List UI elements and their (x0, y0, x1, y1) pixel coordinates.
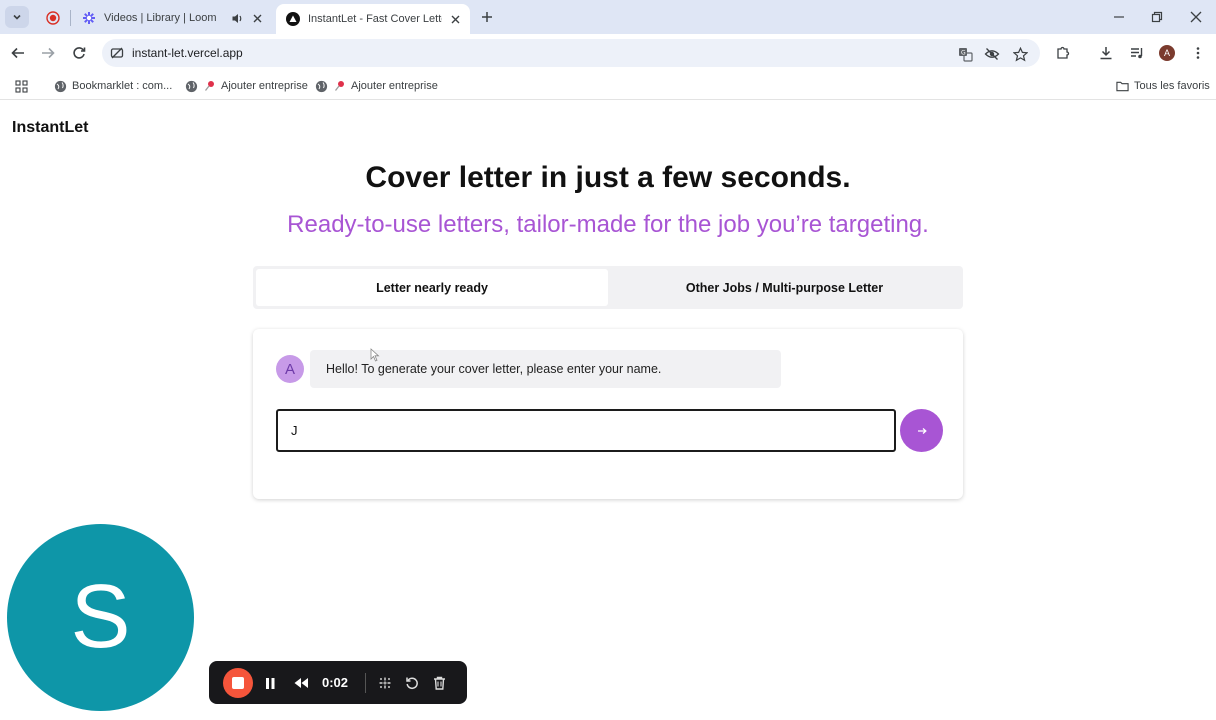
delete-button[interactable] (429, 672, 449, 694)
playlist-music-icon (1131, 48, 1143, 59)
forward-button[interactable] (38, 43, 58, 63)
loom-recording-controls: 0:02 (209, 661, 467, 704)
brand-logo[interactable]: InstantLet (12, 119, 88, 137)
pushpin-icon (333, 80, 346, 93)
divider (365, 673, 366, 693)
page-subtitle: Ready-to-use letters, tailor-made for th… (287, 211, 929, 238)
close-window-button[interactable] (1183, 6, 1209, 28)
chevron-down-icon (13, 14, 21, 20)
translate-icon[interactable]: G (957, 46, 973, 62)
pause-icon (266, 677, 275, 689)
page-title: Cover letter in just a few seconds. (365, 161, 851, 194)
downloads-button[interactable] (1097, 44, 1115, 62)
bookmark-label: Ajouter entreprise (221, 80, 308, 92)
arrow-left-icon (11, 47, 24, 59)
recording-dot-icon (46, 11, 60, 25)
plus-icon (482, 12, 492, 22)
mouse-cursor-icon (370, 348, 380, 362)
media-control-button[interactable] (1128, 44, 1146, 62)
bookmark-label: Bookmarklet : com... (72, 80, 173, 92)
browser-tab-recording[interactable] (36, 4, 70, 32)
back-button[interactable] (8, 43, 28, 63)
bookmark-item[interactable]: Ajouter entreprise (315, 78, 438, 94)
browser-toolbar: instant-let.vercel.app G A (0, 34, 1216, 72)
restart-icon (406, 677, 418, 690)
eye-off-icon[interactable] (984, 46, 1000, 62)
apps-button[interactable] (15, 78, 28, 94)
assistant-avatar: A (276, 355, 304, 383)
new-tab-button[interactable] (478, 8, 496, 26)
pushpin-icon (203, 80, 216, 93)
tab-letter-nearly-ready[interactable]: Letter nearly ready (256, 269, 608, 306)
apps-grid-icon (15, 79, 28, 93)
minimize-icon (1114, 16, 1124, 18)
address-bar[interactable]: instant-let.vercel.app G (102, 39, 1040, 67)
site-info-icon[interactable] (110, 46, 124, 60)
webcam-bubble[interactable]: S (7, 524, 194, 711)
download-icon (1100, 47, 1112, 60)
minimize-button[interactable] (1106, 6, 1132, 28)
speaker-icon[interactable] (230, 11, 244, 25)
globe-icon (54, 80, 67, 93)
trash-icon (433, 676, 445, 690)
reload-button[interactable] (69, 43, 89, 63)
close-icon[interactable] (448, 12, 462, 26)
tab-title: Videos | Library | Loom (104, 12, 217, 24)
extensions-button[interactable] (1054, 44, 1072, 62)
bookmarks-bar: Bookmarklet : com... Ajouter entreprise … (0, 72, 1216, 100)
webcam-initial: S (70, 567, 131, 667)
close-icon[interactable] (250, 11, 264, 25)
reload-icon (73, 47, 86, 59)
assistant-message: Hello! To generate your cover letter, pl… (310, 350, 781, 388)
browser-tab-instantlet[interactable]: InstantLet - Fast Cover Letter Ge (276, 4, 470, 34)
bookmark-label: Ajouter entreprise (351, 80, 438, 92)
loom-icon (82, 11, 96, 25)
rewind-icon (294, 678, 308, 688)
globe-icon (315, 80, 328, 93)
arrow-right-icon (917, 427, 927, 434)
all-bookmarks-label: Tous les favoris (1134, 80, 1210, 92)
profile-avatar[interactable]: A (1159, 45, 1175, 61)
browser-tab-strip: Videos | Library | Loom InstantLet - Fas… (0, 0, 1216, 34)
restart-button[interactable] (402, 672, 422, 694)
tab-title: InstantLet - Fast Cover Letter Ge (308, 13, 442, 25)
rewind-button[interactable] (289, 672, 313, 694)
tab-separator (70, 10, 71, 26)
stop-recording-button[interactable] (223, 668, 253, 698)
tab-search-button[interactable] (5, 6, 29, 28)
browser-menu-button[interactable] (1189, 44, 1207, 62)
send-button[interactable] (900, 409, 943, 452)
puzzle-icon (1057, 46, 1070, 59)
tab-other-jobs[interactable]: Other Jobs / Multi-purpose Letter (609, 269, 960, 306)
name-input[interactable] (276, 409, 896, 452)
star-icon[interactable] (1012, 46, 1028, 62)
more-vertical-icon (1196, 47, 1200, 59)
restore-icon (1151, 11, 1163, 23)
stop-icon (232, 677, 244, 689)
bookmark-item[interactable]: Bookmarklet : com... (54, 78, 172, 94)
dots-grid-icon (379, 677, 391, 689)
arrow-right-icon (42, 47, 55, 59)
drawing-tool-button[interactable] (375, 672, 395, 694)
url-text: instant-let.vercel.app (132, 46, 243, 60)
globe-icon (185, 80, 198, 93)
close-icon (1190, 11, 1202, 23)
svg-text:G: G (961, 49, 966, 56)
assistant-message-text: Hello! To generate your cover letter, pl… (326, 362, 662, 376)
browser-tab-loom[interactable]: Videos | Library | Loom (72, 4, 272, 32)
mode-tabs: Letter nearly ready Other Jobs / Multi-p… (253, 266, 963, 309)
bookmark-item[interactable]: Ajouter entreprise (185, 78, 308, 94)
instantlet-icon (286, 12, 300, 26)
pause-button[interactable] (260, 672, 280, 694)
all-bookmarks-button[interactable]: Tous les favoris (1116, 78, 1210, 94)
restore-button[interactable] (1144, 6, 1170, 28)
chat-card: A Hello! To generate your cover letter, … (253, 329, 963, 499)
folder-icon (1116, 80, 1129, 93)
recording-timer: 0:02 (322, 675, 349, 690)
